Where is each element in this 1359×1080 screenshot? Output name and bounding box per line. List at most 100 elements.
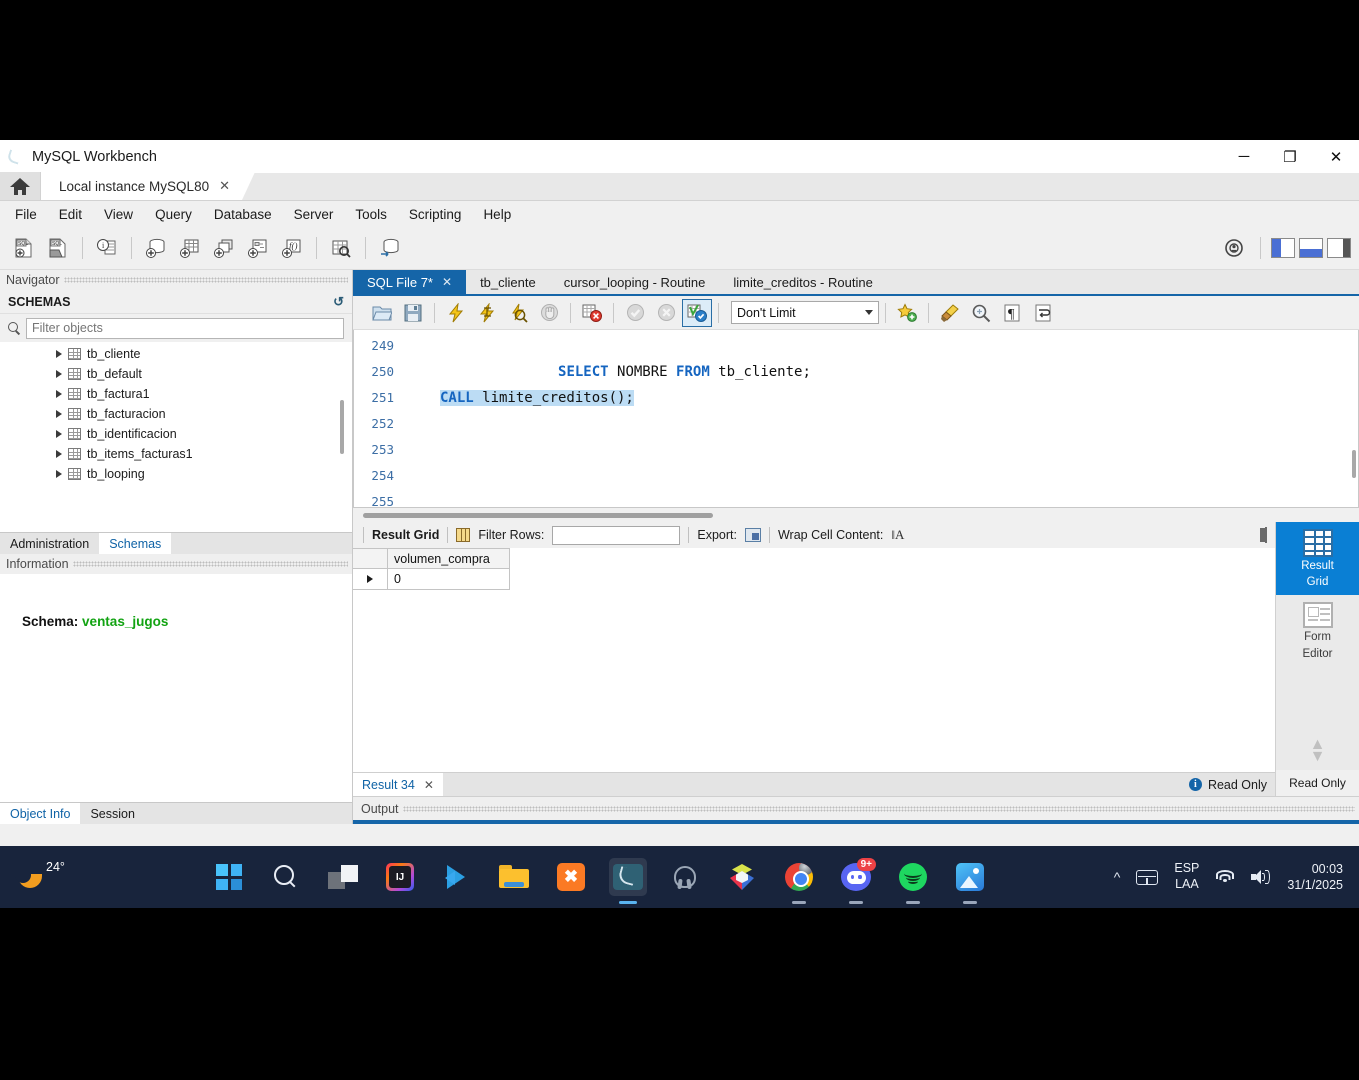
new-schema-icon[interactable]: [140, 232, 172, 264]
tab-administration[interactable]: Administration: [0, 533, 100, 554]
chevron-right-icon[interactable]: [56, 350, 62, 358]
open-file-icon[interactable]: [367, 299, 397, 327]
show-invisible-chars-icon[interactable]: ¶: [997, 299, 1027, 327]
task-view-icon[interactable]: [324, 858, 362, 896]
language-indicator[interactable]: ESP LAA: [1174, 861, 1199, 892]
tree-item-tb-default[interactable]: tb_default: [0, 364, 352, 384]
menu-help[interactable]: Help: [472, 203, 522, 226]
tree-scrollbar[interactable]: [340, 400, 344, 454]
editor-vertical-scrollbar[interactable]: [1352, 450, 1356, 478]
chevron-right-icon[interactable]: [56, 390, 62, 398]
wrap-cell-icon[interactable]: ‖A: [891, 527, 904, 543]
tree-item-tb-identificacion[interactable]: tb_identificacion: [0, 424, 352, 444]
xampp-icon[interactable]: ✖: [552, 858, 590, 896]
result-grid-icon[interactable]: [456, 528, 471, 542]
windows-start-icon[interactable]: [210, 858, 248, 896]
column-header-volumen-compra[interactable]: volumen_compra: [388, 548, 510, 569]
editor-tab-sql-file-7[interactable]: SQL File 7* ✕: [353, 270, 467, 294]
filter-rows-input[interactable]: [552, 525, 681, 545]
new-procedure-icon[interactable]: [242, 232, 274, 264]
close-icon[interactable]: ✕: [442, 275, 452, 289]
google-chrome-icon[interactable]: [780, 858, 818, 896]
menu-tools[interactable]: Tools: [344, 203, 398, 226]
toggle-output-icon[interactable]: [1299, 238, 1323, 258]
chevron-up-icon[interactable]: ^: [1114, 869, 1121, 885]
editor-tab-tb-cliente[interactable]: tb_cliente: [466, 270, 550, 294]
table-cell[interactable]: 0: [388, 569, 510, 590]
refresh-icon[interactable]: ↺: [333, 294, 344, 310]
chevron-right-icon[interactable]: [56, 410, 62, 418]
editor-horizontal-scrollbar[interactable]: [363, 513, 713, 518]
menu-scripting[interactable]: Scripting: [398, 203, 473, 226]
tree-item-tb-cliente[interactable]: tb_cliente: [0, 344, 352, 364]
execute-icon[interactable]: [441, 299, 471, 327]
editor-tab-cursor-looping[interactable]: cursor_looping - Routine: [550, 270, 720, 294]
rollback-icon[interactable]: [651, 299, 681, 327]
spotify-icon[interactable]: [894, 858, 932, 896]
instance-tab-local-mysql80[interactable]: Local instance MySQL80 ✕: [40, 172, 255, 200]
close-icon[interactable]: ✕: [424, 778, 434, 792]
chevron-right-icon[interactable]: [56, 430, 62, 438]
tree-item-tb-factura1[interactable]: tb_factura1: [0, 384, 352, 404]
menu-database[interactable]: Database: [203, 203, 283, 226]
add-snippet-icon[interactable]: [892, 299, 922, 327]
rail-item-form-editor[interactable]: Form Editor: [1276, 595, 1359, 666]
3d-viewer-icon[interactable]: [723, 858, 761, 896]
stop-icon[interactable]: [534, 299, 564, 327]
menu-view[interactable]: View: [93, 203, 144, 226]
new-table-icon[interactable]: [174, 232, 206, 264]
menu-file[interactable]: File: [4, 203, 48, 226]
discord-icon[interactable]: 9+: [837, 858, 876, 896]
restore-button[interactable]: ❐: [1267, 140, 1313, 173]
info-icon[interactable]: i: [1188, 778, 1202, 791]
limit-rows-select[interactable]: Don't Limit: [731, 301, 879, 324]
new-sql-tab-icon[interactable]: SQL: [8, 232, 40, 264]
tab-session[interactable]: Session: [80, 803, 145, 824]
autocommit-icon[interactable]: [682, 298, 712, 327]
execute-current-statement-icon[interactable]: [472, 299, 502, 327]
toggle-stop-on-error-icon[interactable]: [577, 299, 607, 327]
find-icon[interactable]: [966, 299, 996, 327]
toggle-secondary-sidebar-icon[interactable]: [1327, 238, 1351, 258]
beautify-sql-icon[interactable]: [935, 299, 965, 327]
rail-item-result-grid[interactable]: Result Grid: [1275, 522, 1359, 596]
clock[interactable]: 00:03 31/1/2025: [1287, 861, 1343, 894]
wrap-lines-icon[interactable]: [1028, 299, 1058, 327]
wifi-icon[interactable]: [1215, 869, 1235, 885]
output-panel-header[interactable]: Output: [353, 796, 1359, 820]
close-icon[interactable]: ✕: [219, 178, 230, 194]
minimize-button[interactable]: ─: [1221, 140, 1267, 173]
sql-editor[interactable]: 249 250 251 252 253 254 255 SELECT NOMBR…: [353, 330, 1359, 508]
result-grid-table[interactable]: volumen_compra 0: [353, 548, 1275, 772]
tree-item-tb-items-facturas1[interactable]: tb_items_facturas1: [0, 444, 352, 464]
tab-schemas[interactable]: Schemas: [99, 533, 172, 554]
photos-icon[interactable]: [951, 858, 989, 896]
menu-query[interactable]: Query: [144, 203, 203, 226]
chevron-right-icon[interactable]: [56, 450, 62, 458]
intellij-idea-icon[interactable]: IJ: [381, 858, 419, 896]
schema-tree[interactable]: tb_cliente tb_default tb_factura1 tb_fac…: [0, 342, 352, 532]
row-selector[interactable]: [353, 569, 388, 590]
home-button[interactable]: [0, 172, 40, 200]
filter-objects-input[interactable]: [26, 317, 344, 339]
chevron-right-icon[interactable]: [56, 470, 62, 478]
connection-info-icon[interactable]: i: [91, 232, 123, 264]
explain-icon[interactable]: [503, 299, 533, 327]
vscode-icon[interactable]: [438, 858, 476, 896]
toggle-side-panel-icon[interactable]: [1265, 527, 1267, 543]
chevron-down-icon[interactable]: ▼: [1310, 749, 1326, 765]
table-row[interactable]: 0: [353, 569, 1275, 590]
result-tab-34[interactable]: Result 34 ✕: [353, 773, 443, 796]
inspect-table-icon[interactable]: [325, 232, 357, 264]
volume-icon[interactable]: [1251, 869, 1271, 885]
close-button[interactable]: ✕: [1313, 140, 1359, 173]
save-file-icon[interactable]: [398, 299, 428, 327]
tree-item-tb-facturacion[interactable]: tb_facturacion: [0, 404, 352, 424]
tab-object-info[interactable]: Object Info: [0, 803, 81, 824]
menu-edit[interactable]: Edit: [48, 203, 93, 226]
settings-icon[interactable]: [1218, 232, 1250, 264]
export-recordset-icon[interactable]: [744, 528, 761, 542]
tree-item-tb-looping[interactable]: tb_looping: [0, 464, 352, 484]
postgresql-icon[interactable]: [666, 858, 704, 896]
toggle-sidebar-icon[interactable]: [1271, 238, 1295, 258]
